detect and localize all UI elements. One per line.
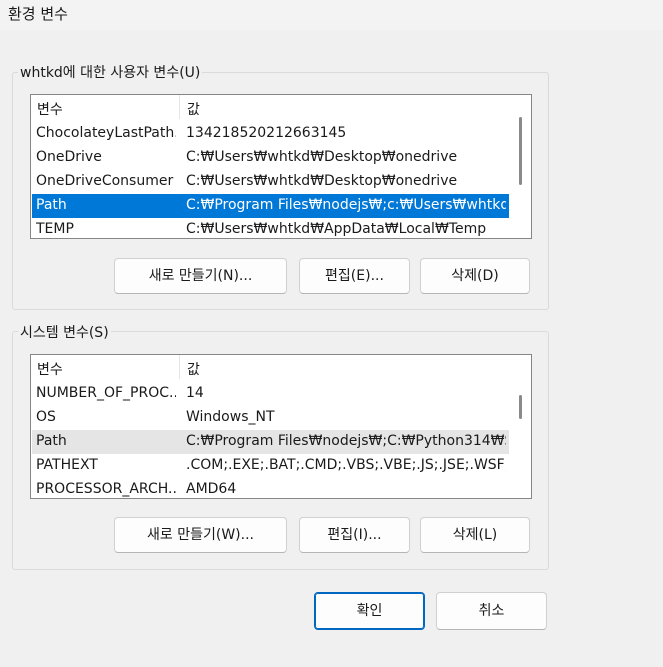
table-row-hovered[interactable]: Path C:₩Program Files₩nodejs₩;C:₩Python3… (32, 430, 509, 454)
cancel-button[interactable]: 취소 (436, 592, 547, 630)
system-delete-button[interactable]: 삭제(L) (420, 517, 530, 553)
column-header-name[interactable]: 변수 (37, 359, 63, 379)
variable-name: TEMP (36, 221, 74, 237)
variable-value: .COM;.EXE;.BAT;.CMD;.VBS;.VBE;.JS;.JSE;.… (186, 457, 506, 473)
table-row[interactable]: ChocolateyLastPath... 134218520212663145 (32, 122, 509, 146)
variable-name: PATHEXT (36, 457, 98, 473)
variable-value: C:₩Program Files₩nodejs₩;c:₩Users₩whtkd₩… (186, 197, 506, 213)
table-row[interactable]: PROCESSOR_ARCH... AMD64 (32, 478, 509, 498)
user-edit-button[interactable]: 편집(E)... (299, 258, 410, 294)
variable-name: OneDrive (36, 149, 102, 165)
variable-name: NUMBER_OF_PROC... (36, 385, 176, 401)
system-variables-group-label: 시스템 변수(S) (18, 322, 111, 342)
table-row[interactable]: TEMP C:₩Users₩whtkd₩AppData₩Local₩Temp (32, 218, 509, 238)
column-divider[interactable] (179, 355, 180, 379)
system-edit-button[interactable]: 편집(I)... (299, 517, 410, 553)
variable-name: Path (36, 197, 67, 213)
variable-value: C:₩Users₩whtkd₩Desktop₩onedrive (186, 173, 458, 189)
table-row[interactable]: PATHEXT .COM;.EXE;.BAT;.CMD;.VBS;.VBE;.J… (32, 454, 509, 478)
vertical-scrollbar[interactable] (510, 95, 531, 238)
column-header-name[interactable]: 변수 (37, 99, 63, 119)
variable-value: C:₩Program Files₩nodejs₩;C:₩Python314₩Sc… (186, 433, 506, 449)
user-variables-list[interactable]: 변수 값 ChocolateyLastPath... 1342185202126… (30, 94, 532, 239)
variable-name: ChocolateyLastPath... (36, 125, 176, 141)
variable-value: 14 (186, 385, 204, 401)
title-bar: 환경 변수 (0, 0, 663, 30)
user-new-button[interactable]: 새로 만들기(N)... (114, 258, 287, 294)
table-row[interactable]: OS Windows_NT (32, 406, 509, 430)
table-row-selected[interactable]: Path C:₩Program Files₩nodejs₩;c:₩Users₩w… (32, 194, 509, 218)
column-header-value[interactable]: 값 (187, 359, 200, 379)
system-variables-list[interactable]: 변수 값 NUMBER_OF_PROC... 14 OS Windows_NT … (30, 354, 532, 499)
variable-value: C:₩Users₩whtkd₩Desktop₩onedrive (186, 149, 458, 165)
table-row[interactable]: NUMBER_OF_PROC... 14 (32, 382, 509, 406)
table-row[interactable]: OneDrive C:₩Users₩whtkd₩Desktop₩onedrive (32, 146, 509, 170)
user-delete-button[interactable]: 삭제(D) (420, 258, 530, 294)
variable-value: 134218520212663145 (186, 125, 347, 141)
variable-name: OS (36, 409, 56, 425)
variable-name: Path (36, 433, 67, 449)
variable-value: Windows_NT (186, 409, 275, 425)
vertical-scrollbar[interactable] (510, 355, 531, 498)
variable-value: C:₩Users₩whtkd₩AppData₩Local₩Temp (186, 221, 487, 237)
variable-value: AMD64 (186, 481, 237, 497)
variable-name: OneDriveConsumer (36, 173, 174, 189)
scrollbar-thumb[interactable] (519, 117, 522, 185)
user-variables-group-label: whtkd에 대한 사용자 변수(U) (18, 62, 203, 82)
list-header: 변수 값 (31, 95, 531, 119)
system-new-button[interactable]: 새로 만들기(W)... (114, 517, 287, 553)
scrollbar-thumb[interactable] (519, 395, 522, 419)
window-title: 환경 변수 (8, 5, 68, 23)
list-header: 변수 값 (31, 355, 531, 379)
table-row[interactable]: OneDriveConsumer C:₩Users₩whtkd₩Desktop₩… (32, 170, 509, 194)
column-divider[interactable] (179, 95, 180, 119)
variable-name: PROCESSOR_ARCH... (36, 481, 176, 497)
ok-button[interactable]: 확인 (314, 592, 425, 630)
column-header-value[interactable]: 값 (187, 99, 200, 119)
